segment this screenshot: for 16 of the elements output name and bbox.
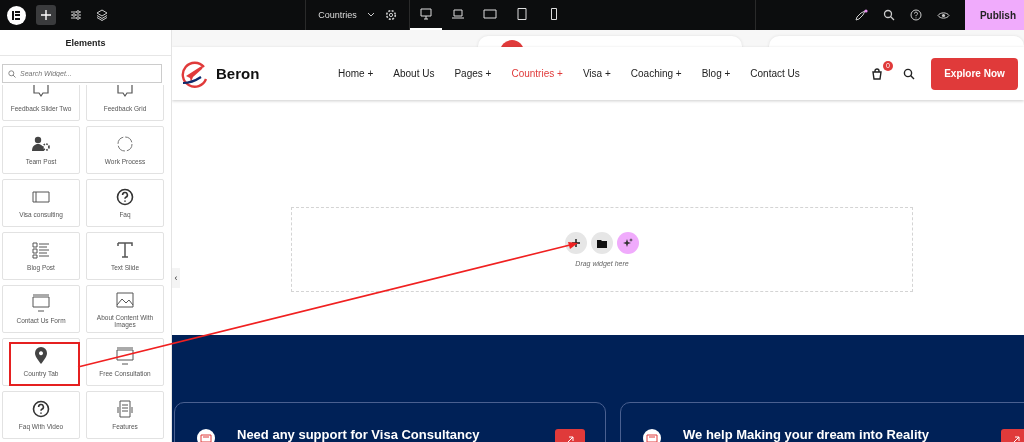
card-title: We help Making your dream into Reality bbox=[683, 427, 931, 442]
nav-link[interactable]: Coaching + bbox=[630, 68, 682, 79]
nav-link[interactable]: Home + bbox=[338, 68, 374, 79]
publish-button[interactable]: Publish bbox=[964, 0, 1024, 30]
nav-link[interactable]: Blog + bbox=[701, 68, 731, 79]
document-title[interactable]: Countries bbox=[318, 10, 357, 20]
nav-link[interactable]: Pages + bbox=[454, 68, 492, 79]
collapse-button[interactable]: ‹ bbox=[172, 268, 180, 288]
panel-title: Elements bbox=[65, 37, 106, 48]
card-title: Need any support for Visa Consultancy bbox=[237, 427, 481, 442]
nav-link[interactable]: Visa + bbox=[582, 68, 611, 79]
nav-link[interactable]: Countries + bbox=[511, 68, 563, 79]
nav-link[interactable]: About Us bbox=[393, 68, 435, 79]
nav-link[interactable]: Contact Us bbox=[750, 68, 800, 79]
site-logo[interactable]: Beron bbox=[216, 65, 260, 82]
explore-button[interactable]: Explore Now bbox=[931, 57, 1018, 90]
